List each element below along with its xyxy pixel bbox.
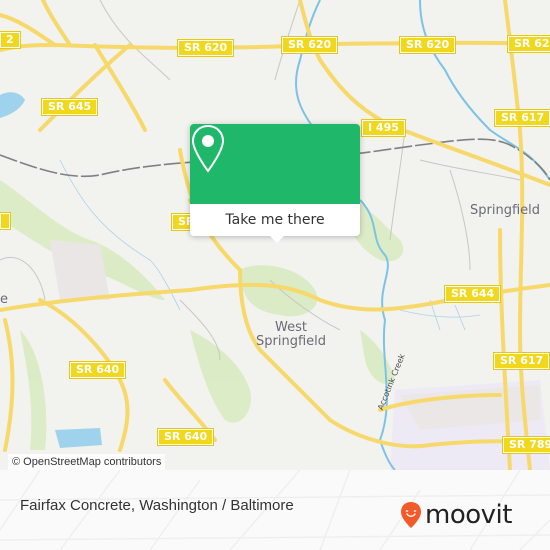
road-shield: 2 bbox=[0, 31, 21, 49]
moovit-pin-icon bbox=[401, 502, 421, 528]
moovit-wordmark: moovit bbox=[425, 500, 512, 530]
place-label-line: Springfield bbox=[256, 334, 327, 349]
river bbox=[295, 0, 321, 131]
road-shield: SR 620 bbox=[280, 36, 339, 54]
minor-road bbox=[449, 169, 471, 271]
park-area bbox=[190, 330, 251, 423]
road-shield: SR 644 bbox=[443, 285, 502, 303]
place-label-springfield: Springfield bbox=[470, 203, 541, 218]
destination-popup: Take me there bbox=[190, 124, 360, 243]
road-shield: SR 617 bbox=[492, 352, 550, 370]
stream bbox=[399, 309, 481, 318]
park-area bbox=[20, 330, 47, 450]
moovit-logo[interactable]: moovit bbox=[400, 500, 512, 530]
road-sr645 bbox=[93, 43, 147, 132]
road-shield: SR 640 bbox=[156, 428, 215, 446]
minor-road bbox=[389, 129, 406, 241]
road-shield: I 495 bbox=[361, 119, 406, 137]
popup-header bbox=[190, 124, 360, 204]
place-label-west-springfield: West Springfield bbox=[256, 321, 326, 349]
road-shield: SR 617 bbox=[493, 109, 550, 127]
road-sr620 bbox=[0, 40, 550, 52]
road-shield: SR 620 bbox=[176, 39, 235, 57]
map-view[interactable]: 2 SR 620 SR 620 SR 620 SR 620 SR 645 I 4… bbox=[0, 0, 550, 470]
place-label-partial: e bbox=[0, 292, 8, 307]
lake bbox=[0, 92, 25, 118]
river bbox=[419, 0, 550, 181]
location-pin-icon bbox=[191, 124, 225, 173]
road bbox=[3, 318, 15, 452]
road-shield: SR 620 bbox=[506, 35, 550, 53]
map-attribution[interactable]: © OpenStreetMap contributors bbox=[8, 454, 166, 470]
minor-road bbox=[419, 159, 521, 181]
road-shield: SR 640 bbox=[68, 361, 127, 379]
popup-tail bbox=[270, 236, 284, 243]
location-title: Fairfax Concrete, Washington / Baltimore bbox=[20, 497, 294, 514]
park-area bbox=[240, 265, 318, 317]
road-shield: SR 645 bbox=[40, 98, 99, 116]
lake bbox=[55, 428, 102, 448]
road-shield: SR 789 bbox=[501, 436, 550, 454]
road-shield bbox=[0, 212, 11, 230]
road-shield: SR 620 bbox=[398, 36, 457, 54]
road-sr645-b bbox=[38, 43, 132, 132]
place-label-line: West bbox=[275, 320, 307, 335]
take-me-there-button[interactable]: Take me there bbox=[190, 204, 360, 236]
